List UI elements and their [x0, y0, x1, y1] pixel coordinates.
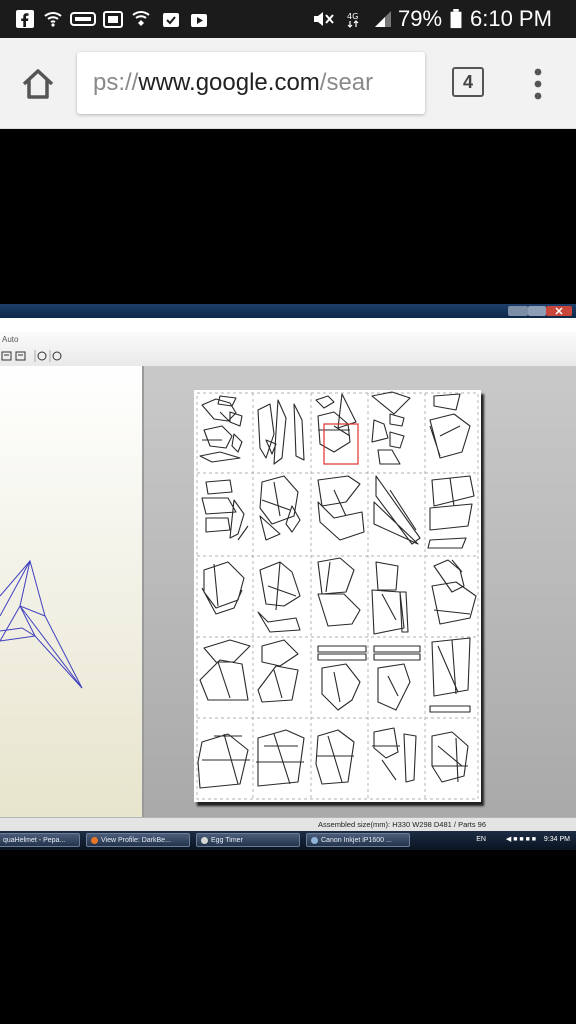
- home-icon[interactable]: [18, 64, 58, 104]
- taskbar-label: quaHelmet - Pepa...: [3, 837, 66, 844]
- egg-timer-icon: [201, 836, 208, 844]
- print-page[interactable]: [194, 390, 481, 802]
- window-controls: [508, 306, 572, 316]
- 2d-unfold-view[interactable]: [144, 366, 576, 817]
- windows-taskbar: quaHelmet - Pepa... View Profile: DarkBe…: [0, 831, 576, 850]
- taskbar-label: Canon Inkjet iP1600 ...: [321, 837, 392, 844]
- taskbar-item-profile[interactable]: View Profile: DarkBe...: [86, 833, 190, 847]
- battery-icon: [450, 9, 462, 29]
- tray-icons: ◀ ■ ■ ■ ■: [505, 836, 536, 843]
- clock: 6:10 PM: [470, 6, 552, 31]
- tray-clock: 9:34 PM: [543, 836, 570, 843]
- taskbar-item-pepakura[interactable]: quaHelmet - Pepa...: [0, 833, 80, 847]
- app-status-bar: Assembled size(mm): H330 W298 D481 / Par…: [0, 817, 576, 832]
- flipboard-icon: [103, 11, 123, 28]
- facebook-icon: [16, 10, 34, 28]
- url-path: /sear: [319, 69, 374, 96]
- language-indicator: EN: [476, 836, 486, 843]
- 3d-view-panel[interactable]: [0, 366, 144, 817]
- embedded-screenshot[interactable]: Auto Assembled size(mm): H330 W298 D481 …: [0, 304, 576, 850]
- tab-switcher-button[interactable]: 4: [452, 67, 484, 97]
- firefox-icon: [91, 836, 98, 844]
- app-toolbar: Auto: [0, 332, 576, 367]
- url-text: ps://www.google.com/sear: [93, 69, 373, 97]
- maximize-icon: [528, 306, 546, 316]
- window-title-bar: [0, 304, 576, 318]
- printer-icon: [311, 836, 318, 844]
- overflow-menu-icon[interactable]: [528, 66, 548, 102]
- assembled-size-text: Assembled size(mm): H330 W298 D481 / Par…: [318, 820, 486, 829]
- play-store-icon: [191, 14, 207, 27]
- taskbar-item-canon[interactable]: Canon Inkjet iP1600 ...: [306, 833, 410, 847]
- taskbar-label: Egg Timer: [211, 837, 243, 844]
- auto-label: Auto: [2, 335, 19, 344]
- toolbar-icons[interactable]: [0, 349, 70, 363]
- checkmark-box-icon: [163, 13, 179, 27]
- url-scheme: ps://: [93, 69, 139, 96]
- status-bar: 4G 79% 6:10 PM: [0, 0, 576, 38]
- svg-text:4G: 4G: [347, 12, 358, 21]
- signal-icon: [375, 11, 391, 27]
- browser-toolbar: ps://www.google.com/sear 4: [0, 38, 576, 129]
- shield-icon: [132, 11, 150, 26]
- wifi-calling-icon: [44, 12, 62, 27]
- minimize-icon: [508, 306, 528, 316]
- address-bar[interactable]: ps://www.google.com/sear: [77, 52, 425, 114]
- battery-percent: 79%: [398, 6, 443, 31]
- mute-icon: [314, 12, 334, 26]
- taskbar-label: View Profile: DarkBe...: [101, 837, 171, 844]
- url-domain: www.google.com: [138, 69, 320, 96]
- taskbar-item-egg-timer[interactable]: Egg Timer: [196, 833, 300, 847]
- papercraft-parts-sheet: [196, 391, 479, 800]
- 4g-icon: 4G: [347, 12, 359, 28]
- system-tray[interactable]: EN ◀ ■ ■ ■ ■ 9:34 PM: [476, 835, 570, 843]
- 3d-model-wireframe: [0, 559, 83, 689]
- sandisk-icon: [70, 12, 96, 26]
